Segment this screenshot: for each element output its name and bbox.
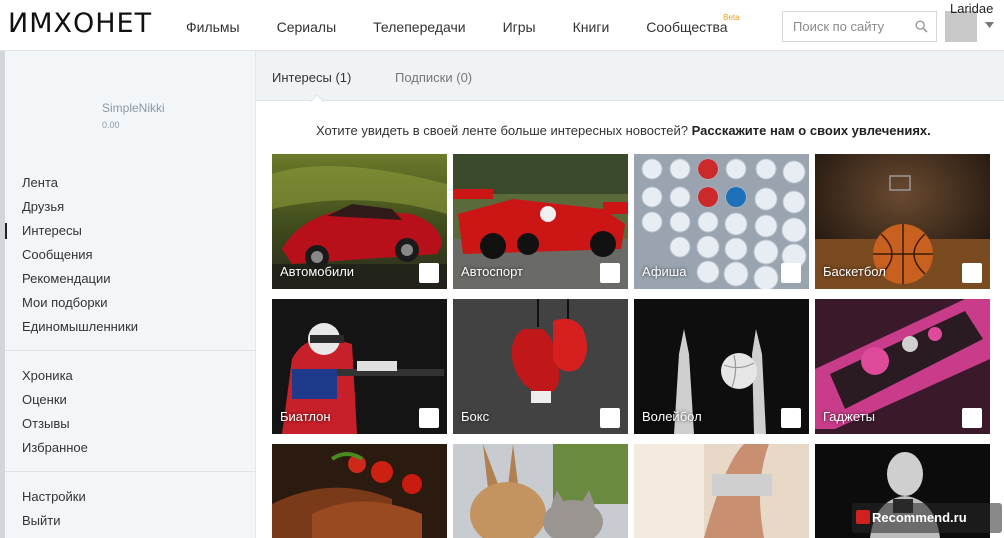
nav-books[interactable]: Книги xyxy=(573,19,610,39)
active-tab-pointer xyxy=(310,94,324,102)
sidebar-item-logout[interactable]: Выйти xyxy=(0,509,255,533)
nav-tv[interactable]: Телепередачи xyxy=(373,19,465,39)
sidebar-item-friends[interactable]: Друзья xyxy=(0,195,255,219)
sidebar-item-chronicle[interactable]: Хроника xyxy=(0,364,255,388)
profile-name[interactable]: SimpleNikki xyxy=(102,101,165,115)
sidebar-divider xyxy=(5,471,255,472)
site-logo[interactable]: ИМХОНЕТ xyxy=(8,8,152,39)
interest-label: Бокс xyxy=(461,409,490,424)
main-nav: Фильмы Сериалы Телепередачи Игры Книги С… xyxy=(186,13,765,39)
sidebar-divider xyxy=(5,350,255,351)
interest-label: Волейбол xyxy=(642,409,702,424)
sidebar-item-likeminded[interactable]: Единомышленники xyxy=(0,315,255,339)
interest-checkbox[interactable] xyxy=(781,263,801,283)
interest-tile-events[interactable]: Афиша xyxy=(634,154,809,289)
site-header: ИМХОНЕТ Фильмы Сериалы Телепередачи Игры… xyxy=(0,0,1004,51)
chevron-down-icon[interactable] xyxy=(985,22,994,28)
interest-tile-basketball[interactable]: Баскетбол xyxy=(815,154,990,289)
sidebar-menu-account: Настройки Выйти xyxy=(0,485,255,533)
nav-communities[interactable]: Сообщества Beta xyxy=(646,13,739,39)
sidebar-item-messages[interactable]: Сообщения xyxy=(0,243,255,267)
user-name[interactable]: Laridae xyxy=(950,1,993,16)
promo-text: Хотите увидеть в своей ленте больше инте… xyxy=(316,123,689,138)
interest-label: Гаджеты xyxy=(823,409,875,424)
tab-interests[interactable]: Интересы (1) xyxy=(272,70,351,85)
interest-label: Автомобили xyxy=(280,264,355,279)
nav-series[interactable]: Сериалы xyxy=(277,19,337,39)
interest-checkbox[interactable] xyxy=(962,408,982,428)
interest-checkbox[interactable] xyxy=(419,263,439,283)
interest-checkbox[interactable] xyxy=(600,263,620,283)
interest-tile-animals[interactable] xyxy=(453,444,628,538)
watermark: Recommend.ru xyxy=(852,503,1002,533)
tab-bar: Интересы (1) Подписки (0) xyxy=(256,51,1004,102)
sidebar-item-interests[interactable]: Интересы xyxy=(0,219,255,243)
sidebar: SimpleNikki 0.00 Лента Друзья Интересы С… xyxy=(0,51,256,538)
interest-label: Автоспорт xyxy=(461,264,523,279)
sidebar-item-reviews[interactable]: Отзывы xyxy=(0,412,255,436)
animals-photo xyxy=(453,444,628,538)
interest-tile-gadgets[interactable]: Гаджеты xyxy=(815,299,990,434)
sidebar-item-favorites[interactable]: Избранное xyxy=(0,436,255,460)
interest-label: Биатлон xyxy=(280,409,331,424)
sidebar-item-collections[interactable]: Мои подборки xyxy=(0,291,255,315)
interest-label: Баскетбол xyxy=(823,264,886,279)
food-photo xyxy=(272,444,447,538)
sidebar-item-recommendations[interactable]: Рекомендации xyxy=(0,267,255,291)
interest-tile-volleyball[interactable]: Волейбол xyxy=(634,299,809,434)
nav-games[interactable]: Игры xyxy=(503,19,536,39)
interest-tile-food[interactable] xyxy=(272,444,447,538)
search-box xyxy=(782,11,937,42)
sidebar-menu-main: Лента Друзья Интересы Сообщения Рекоменд… xyxy=(0,171,255,339)
search-input[interactable] xyxy=(783,12,907,41)
tab-subscriptions[interactable]: Подписки (0) xyxy=(395,70,472,85)
sidebar-menu-history: Хроника Оценки Отзывы Избранное xyxy=(0,364,255,460)
fitness-photo xyxy=(634,444,809,538)
promo-link[interactable]: Расскажите нам о своих увлечениях. xyxy=(692,123,931,138)
main-content: Интересы (1) Подписки (0) Хотите увидеть… xyxy=(256,51,1004,538)
interest-tile-motorsport[interactable]: Автоспорт xyxy=(453,154,628,289)
sidebar-item-settings[interactable]: Настройки xyxy=(0,485,255,509)
sidebar-item-feed[interactable]: Лента xyxy=(0,171,255,195)
nav-communities-label: Сообщества xyxy=(646,19,728,35)
profile-rating: 0.00 xyxy=(102,120,120,130)
interest-tile-boxing[interactable]: Бокс xyxy=(453,299,628,434)
interest-checkbox[interactable] xyxy=(962,263,982,283)
watermark-text: Recommend.ru xyxy=(872,510,967,525)
interest-checkbox[interactable] xyxy=(600,408,620,428)
beta-badge: Beta xyxy=(723,13,740,22)
interest-checkbox[interactable] xyxy=(781,408,801,428)
interest-tile-fitness[interactable] xyxy=(634,444,809,538)
nav-films[interactable]: Фильмы xyxy=(186,19,240,39)
interest-tile-cars[interactable]: Автомобили xyxy=(272,154,447,289)
promo-line: Хотите увидеть в своей ленте больше инте… xyxy=(316,123,931,138)
interest-label: Афиша xyxy=(642,264,687,279)
sidebar-item-ratings[interactable]: Оценки xyxy=(0,388,255,412)
interest-checkbox[interactable] xyxy=(419,408,439,428)
recommend-logo-icon xyxy=(856,510,870,524)
interest-tile-biathlon[interactable]: Биатлон xyxy=(272,299,447,434)
search-icon[interactable] xyxy=(915,20,928,33)
